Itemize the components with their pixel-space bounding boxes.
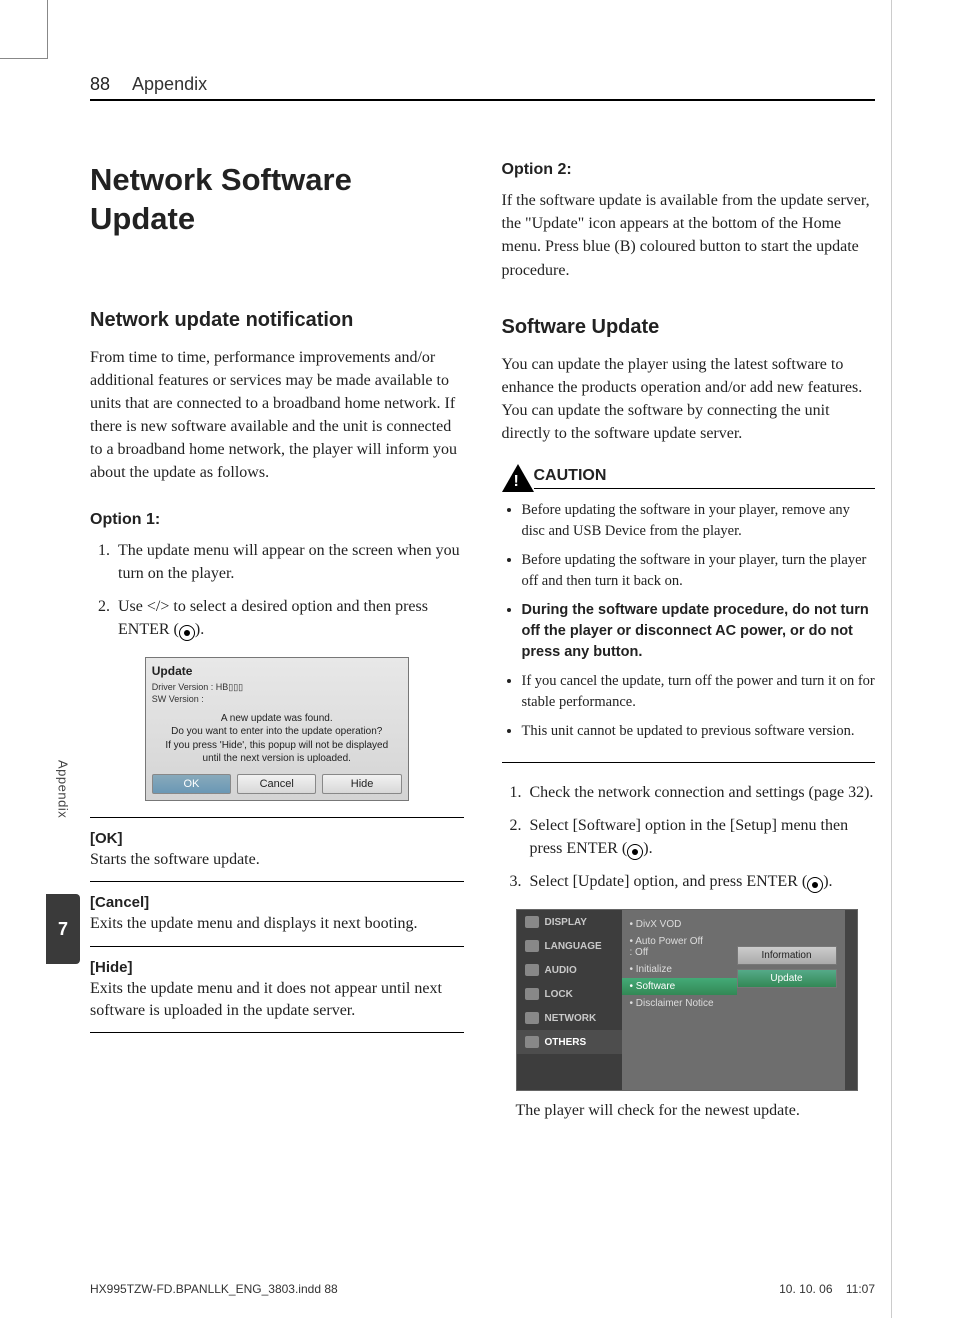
caution-item: If you cancel the update, turn off the p… [522, 671, 876, 713]
setup-menu-illustration: DISPLAY LANGUAGE AUDIO LOCK NETWORK OTHE… [516, 909, 858, 1091]
option1-heading: Option 1: [90, 511, 464, 529]
subheading-notification: Network update notification [90, 309, 464, 332]
right-page-rule [891, 0, 892, 1318]
crop-mark-h [0, 58, 48, 59]
subheading-software-update: Software Update [502, 316, 876, 339]
caution-label: CAUTION [534, 467, 876, 489]
enter-icon [179, 625, 195, 641]
others-icon [525, 1036, 539, 1048]
side-section-label: Appendix [56, 760, 71, 818]
caution-list: Before updating the software in your pla… [502, 500, 876, 763]
def-term: [Hide] [90, 959, 464, 976]
footer-file: HX995TZW-FD.BPANLLK_ENG_3803.indd 88 [90, 1282, 338, 1296]
enter-icon [627, 844, 643, 860]
section-name: Appendix [132, 74, 207, 95]
menu-caption: The player will check for the newest upd… [516, 1099, 876, 1122]
menu-scrollbar [845, 910, 857, 1090]
footer-time: 11:07 [846, 1282, 875, 1296]
page-number: 88 [90, 74, 110, 95]
divider [90, 817, 464, 818]
caution-item: This unit cannot be updated to previous … [522, 721, 876, 742]
option2-paragraph: If the software update is available from… [502, 189, 876, 282]
step-text: The update menu will appear on the scree… [118, 542, 460, 582]
menu-row: • DivX VOD [630, 916, 729, 933]
software-update-paragraph: You can update the player using the late… [502, 353, 876, 446]
submenu-button: Information [737, 946, 837, 965]
dialog-meta: Driver Version : HB▯▯▯ [152, 682, 402, 694]
caution-item-strong: During the software update procedure, do… [522, 600, 876, 663]
menu-left-pane: DISPLAY LANGUAGE AUDIO LOCK NETWORK OTHE… [517, 910, 622, 1090]
menu-item: AUDIO [517, 958, 622, 982]
language-icon [525, 940, 539, 952]
network-icon [525, 1012, 539, 1024]
def-term: [OK] [90, 830, 464, 847]
running-header: 88 Appendix [90, 74, 875, 101]
menu-item-selected: OTHERS [517, 1030, 622, 1054]
intro-paragraph: From time to time, performance improveme… [90, 346, 464, 485]
menu-item: DISPLAY [517, 910, 622, 934]
dialog-meta: SW Version : [152, 694, 402, 706]
step-text: Use </> to select a desired option and t… [118, 598, 428, 638]
menu-row: • Initialize [630, 961, 729, 978]
caution-header: ! CAUTION [502, 464, 876, 492]
submenu-button-selected: Update [737, 969, 837, 988]
left-column: Network Software Update Network update n… [90, 161, 464, 1137]
caution-item: Before updating the software in your pla… [522, 550, 876, 592]
chapter-tab: 7 [46, 894, 80, 964]
dialog-cancel-button: Cancel [237, 774, 316, 794]
def-term: [Cancel] [90, 894, 464, 911]
footer-date: 10. 10. 06 [779, 1282, 832, 1296]
dialog-title: Update [152, 664, 402, 678]
update-steps: Check the network connection and setting… [502, 781, 876, 894]
lock-icon [525, 988, 539, 1000]
menu-mid-pane: • DivX VOD • Auto Power Off : Off • Init… [622, 910, 737, 1090]
display-icon [525, 916, 539, 928]
right-column: Option 2: If the software update is avai… [502, 161, 876, 1137]
page-title: Network Software Update [90, 161, 464, 239]
step-text: Check the network connection and setting… [530, 784, 874, 801]
menu-row-selected: • Software [622, 978, 737, 995]
def-body: Exits the update menu and displays it ne… [90, 913, 464, 935]
dialog-hide-button: Hide [322, 774, 401, 794]
print-footer: HX995TZW-FD.BPANLLK_ENG_3803.indd 88 10.… [90, 1282, 875, 1296]
def-body: Starts the software update. [90, 849, 464, 871]
divider [90, 1032, 464, 1033]
crop-mark-v [47, 0, 48, 58]
def-body: Exits the update menu and it does not ap… [90, 978, 464, 1023]
menu-right-pane: Information Update [737, 910, 845, 1090]
divider [90, 946, 464, 947]
menu-item: LANGUAGE [517, 934, 622, 958]
caution-icon: ! [502, 464, 534, 492]
caution-item: Before updating the software in your pla… [522, 500, 876, 542]
menu-item: NETWORK [517, 1006, 622, 1030]
menu-row: • Auto Power Off : Off [630, 933, 729, 961]
step-text: Select [Software] option in the [Setup] … [530, 817, 849, 857]
menu-row: • Disclaimer Notice [630, 995, 729, 1012]
enter-icon [807, 877, 823, 893]
dialog-ok-button: OK [152, 774, 231, 794]
update-dialog-illustration: Update Driver Version : HB▯▯▯ SW Version… [145, 657, 409, 800]
option2-heading: Option 2: [502, 161, 876, 179]
dialog-message: A new update was found. Do you want to e… [152, 712, 402, 766]
menu-item: LOCK [517, 982, 622, 1006]
audio-icon [525, 964, 539, 976]
option1-steps: The update menu will appear on the scree… [90, 539, 464, 642]
divider [90, 881, 464, 882]
step-text: Select [Update] option, and press ENTER … [530, 873, 808, 890]
